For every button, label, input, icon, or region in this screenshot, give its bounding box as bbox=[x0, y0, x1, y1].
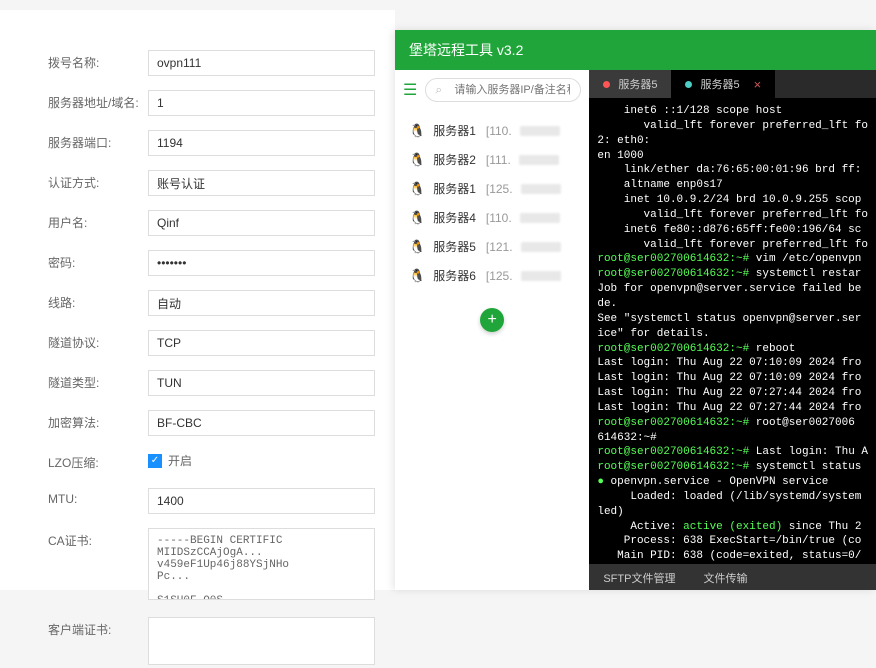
route-select[interactable] bbox=[148, 290, 375, 316]
linux-icon: 🐧 bbox=[409, 152, 425, 168]
tunnel-proto-select[interactable] bbox=[148, 330, 375, 356]
server-list-item[interactable]: 🐧 服务器2 [111. bbox=[395, 145, 589, 174]
server-list-item[interactable]: 🐧 服务器4 [110. bbox=[395, 203, 589, 232]
redacted bbox=[520, 213, 560, 223]
terminal-tab-bar: 服务器5 服务器5 × bbox=[589, 70, 876, 98]
window-title: 堡塔远程工具 v3.2 bbox=[395, 30, 876, 70]
server-addr-label: 服务器地址/域名: bbox=[48, 90, 148, 111]
linux-icon: 🐧 bbox=[409, 210, 425, 226]
redacted bbox=[519, 155, 559, 165]
terminal-bottom-bar: SFTP文件管理文件传输 bbox=[589, 564, 876, 590]
tunnel-type-label: 隧道类型: bbox=[48, 370, 148, 391]
username-label: 用户名: bbox=[48, 210, 148, 231]
server-list-item[interactable]: 🐧 服务器1 [110. bbox=[395, 116, 589, 145]
server-list-item[interactable]: 🐧 服务器1 [125. bbox=[395, 174, 589, 203]
server-ip: [125. bbox=[486, 269, 513, 283]
server-ip: [125. bbox=[486, 182, 513, 196]
ca-cert-textarea[interactable]: -----BEGIN CERTIFIC MIIDSzCCAjOgA... v45… bbox=[148, 528, 375, 600]
route-label: 线路: bbox=[48, 290, 148, 311]
linux-icon: 🐧 bbox=[409, 239, 425, 255]
bottom-tab[interactable]: 文件传输 bbox=[689, 564, 761, 590]
server-ip: [121. bbox=[486, 240, 513, 254]
redacted bbox=[521, 184, 561, 194]
server-name: 服务器1 bbox=[433, 180, 476, 197]
redacted bbox=[521, 242, 561, 252]
server-port-label: 服务器端口: bbox=[48, 130, 148, 151]
server-name: 服务器1 bbox=[433, 122, 476, 139]
tab-label: 服务器5 bbox=[618, 76, 657, 92]
server-list-item[interactable]: 🐧 服务器6 [125. bbox=[395, 261, 589, 290]
add-server-button[interactable]: + bbox=[480, 308, 504, 332]
server-search-input[interactable] bbox=[425, 78, 581, 102]
server-name: 服务器2 bbox=[433, 151, 476, 168]
server-list-item[interactable]: 🐧 服务器5 [121. bbox=[395, 232, 589, 261]
bottom-tab[interactable]: SFTP文件管理 bbox=[589, 564, 689, 590]
cipher-label: 加密算法: bbox=[48, 410, 148, 431]
server-ip: [111. bbox=[486, 153, 511, 167]
tab-label: 服务器5 bbox=[700, 76, 739, 92]
terminal-tab[interactable]: 服务器5 bbox=[589, 70, 671, 98]
terminal-output[interactable]: inet6 ::1/128 scope host valid_lft forev… bbox=[589, 98, 876, 564]
lzo-label: LZO压缩: bbox=[48, 450, 148, 471]
linux-icon: 🐧 bbox=[409, 181, 425, 197]
server-list-panel: ☰ ⌕ 🐧 服务器1 [110. 🐧 服务器2 [111. 🐧 服务器1 [125. 🐧 服务… bbox=[395, 70, 589, 590]
client-cert-label: 客户端证书: bbox=[48, 617, 148, 638]
auth-select[interactable] bbox=[148, 170, 375, 196]
password-input[interactable] bbox=[148, 250, 375, 276]
lzo-checkbox-label: 开启 bbox=[168, 452, 192, 469]
server-port-input[interactable] bbox=[148, 130, 375, 156]
server-name: 服务器5 bbox=[433, 238, 476, 255]
remote-tool-window: 堡塔远程工具 v3.2 ☰ ⌕ 🐧 服务器1 [110. 🐧 服务器2 [111. 🐧 服… bbox=[395, 30, 876, 590]
server-addr-input[interactable] bbox=[148, 90, 375, 116]
redacted bbox=[521, 271, 561, 281]
server-name: 服务器4 bbox=[433, 209, 476, 226]
auth-label: 认证方式: bbox=[48, 170, 148, 191]
ca-cert-label: CA证书: bbox=[48, 528, 148, 549]
cipher-select[interactable] bbox=[148, 410, 375, 436]
search-icon: ⌕ bbox=[435, 83, 442, 98]
mtu-input[interactable] bbox=[148, 488, 375, 514]
redacted bbox=[520, 126, 560, 136]
server-ip: [110. bbox=[486, 211, 512, 225]
dial-name-label: 拨号名称: bbox=[48, 50, 148, 71]
status-dot-icon bbox=[685, 81, 692, 88]
status-dot-icon bbox=[603, 81, 610, 88]
server-ip: [110. bbox=[486, 124, 512, 138]
server-name: 服务器6 bbox=[433, 267, 476, 284]
tunnel-type-select[interactable] bbox=[148, 370, 375, 396]
terminal-tab[interactable]: 服务器5 × bbox=[671, 70, 775, 98]
dial-name-input[interactable] bbox=[148, 50, 375, 76]
password-label: 密码: bbox=[48, 250, 148, 271]
linux-icon: 🐧 bbox=[409, 268, 425, 284]
tunnel-proto-label: 隧道协议: bbox=[48, 330, 148, 351]
mtu-label: MTU: bbox=[48, 488, 148, 506]
vpn-config-form: 拨号名称: 服务器地址/域名: 服务器端口: 认证方式: 用户名: 密码: 线路… bbox=[0, 10, 395, 590]
client-cert-textarea[interactable] bbox=[148, 617, 375, 665]
close-icon[interactable]: × bbox=[754, 77, 762, 92]
username-input[interactable] bbox=[148, 210, 375, 236]
menu-icon[interactable]: ☰ bbox=[403, 80, 417, 100]
linux-icon: 🐧 bbox=[409, 123, 425, 139]
terminal-panel: 服务器5 服务器5 × inet6 ::1/128 scope host valid… bbox=[589, 70, 876, 590]
lzo-checkbox[interactable]: ✓ bbox=[148, 454, 162, 468]
